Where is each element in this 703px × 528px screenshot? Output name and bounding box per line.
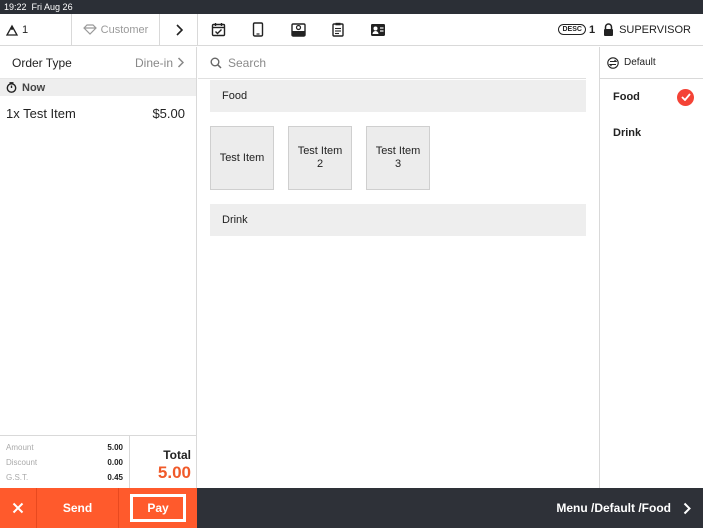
order-type-value-group: Dine-in (135, 56, 184, 70)
calendar-check-icon (211, 23, 225, 37)
tablet-button[interactable] (238, 14, 278, 46)
order-item-name: 1x Test Item (6, 106, 76, 121)
discount-value: 0.00 (107, 458, 123, 467)
timer-icon (6, 82, 17, 93)
status-time: 19:22 (4, 2, 27, 12)
tablet-icon (252, 22, 264, 37)
menu-item-test-item-2[interactable]: Test Item 2 (288, 126, 352, 190)
status-date: Fri Aug 26 (31, 2, 73, 12)
pay-button-area[interactable]: Pay (119, 488, 197, 528)
desc-count: 1 (588, 23, 596, 36)
category-label: Drink (613, 127, 642, 139)
category-header-food[interactable]: Food (210, 80, 586, 112)
lock-icon (604, 23, 614, 36)
total-summary: Total 5.00 (130, 436, 197, 488)
desc-toggle[interactable]: DESC 1 (558, 24, 595, 36)
menu-item-test-item-3[interactable]: Test Item 3 (366, 126, 430, 190)
category-header-drink[interactable]: Drink (210, 204, 586, 236)
status-bar: 19:22 Fri Aug 26 91% (0, 0, 703, 488)
category-name: Food (222, 90, 248, 102)
customer-label: Customer (100, 23, 149, 36)
customer-expand-button[interactable] (160, 13, 198, 46)
profile-card-icon (371, 23, 385, 36)
menu-category-panel: Default Food Drink (599, 47, 703, 488)
discount-label: Discount (6, 458, 38, 467)
cash-drawer-button[interactable] (278, 14, 318, 46)
swap-icon (607, 56, 619, 69)
menu-item-label: Test Item (219, 151, 265, 164)
cash-drawer-icon (290, 22, 306, 37)
amount-line: Amount 5.00 (6, 440, 123, 455)
category-food[interactable]: Food (600, 79, 703, 115)
check-icon (677, 88, 694, 106)
top-toolbar: 1 Customer DESC 1 SUPERVISOR (0, 13, 703, 46)
cancel-button[interactable] (0, 488, 37, 528)
pay-button[interactable]: Pay (130, 494, 186, 522)
send-label: Send (62, 501, 93, 515)
order-panel: Order Type Dine-in Now 1x Test Item $5.0… (0, 47, 197, 488)
diamond-icon (82, 24, 97, 35)
clipboard-icon (332, 22, 344, 37)
gst-line: G.S.T. 0.45 (6, 470, 123, 485)
breadcrumb-path: Menu /Default /Food (556, 501, 671, 515)
guests-icon (5, 24, 19, 36)
menu-item-label: Test Item 3 (375, 145, 421, 170)
discount-line: Discount 0.00 (6, 455, 123, 470)
order-type-row[interactable]: Order Type Dine-in (0, 47, 196, 79)
calendar-button[interactable] (198, 14, 238, 46)
user-button[interactable]: SUPERVISOR (603, 23, 691, 36)
totals-panel: Amount 5.00 Discount 0.00 G.S.T. 0.45 To… (0, 435, 197, 488)
menu-breadcrumb[interactable]: Menu /Default /Food (556, 501, 703, 515)
close-icon (12, 502, 24, 514)
order-item-price: $5.00 (152, 106, 185, 121)
course-now-label: Now (22, 81, 46, 94)
guest-count: 1 (22, 23, 29, 36)
send-button[interactable]: Send (37, 488, 119, 528)
totals-breakdown: Amount 5.00 Discount 0.00 G.S.T. 0.45 (0, 436, 130, 488)
desc-badge: DESC (558, 24, 586, 35)
food-items-grid: Test Item Test Item 2 Test Item 3 (198, 112, 598, 204)
chevron-right-icon (175, 23, 183, 36)
total-amount: 5.00 (157, 463, 191, 482)
category-label: Food (613, 91, 640, 103)
amount-label: Amount (6, 443, 34, 452)
course-now-row[interactable]: Now (0, 79, 196, 96)
menu-items-panel: Search Food Test Item Test Item 2 Test I… (198, 47, 598, 488)
chevron-right-icon (177, 57, 184, 68)
toolbar-icons (198, 14, 398, 46)
category-name: Drink (222, 214, 248, 226)
order-type-value: Dine-in (134, 55, 173, 70)
toolbar-right: DESC 1 SUPERVISOR (558, 23, 703, 36)
user-role: SUPERVISOR (619, 23, 691, 36)
customer-button[interactable]: Customer (72, 13, 160, 46)
menu-item-label: Test Item 2 (297, 145, 343, 170)
bottom-action-bar: Send Pay Menu /Default /Food (0, 488, 703, 528)
gst-label: G.S.T. (6, 473, 29, 482)
menu-selector[interactable]: Default (600, 47, 703, 79)
order-line-item[interactable]: 1x Test Item $5.00 (0, 96, 196, 121)
menu-item-test-item[interactable]: Test Item (210, 126, 274, 190)
guest-count-button[interactable]: 1 (0, 13, 72, 46)
menu-selector-label: Default (624, 57, 656, 68)
gst-value: 0.45 (107, 473, 123, 482)
search-icon (210, 57, 222, 69)
category-drink[interactable]: Drink (600, 115, 703, 151)
search-bar[interactable]: Search (198, 47, 586, 79)
profile-card-button[interactable] (358, 14, 398, 46)
pay-label: Pay (147, 501, 169, 515)
chevron-right-icon (683, 502, 691, 514)
total-label: Total (163, 448, 191, 462)
amount-value: 5.00 (107, 443, 123, 452)
search-input[interactable]: Search (228, 56, 266, 70)
order-type-label: Order Type (12, 55, 72, 70)
status-time-date: 19:22 Fri Aug 26 (4, 2, 73, 12)
clipboard-button[interactable] (318, 14, 358, 46)
